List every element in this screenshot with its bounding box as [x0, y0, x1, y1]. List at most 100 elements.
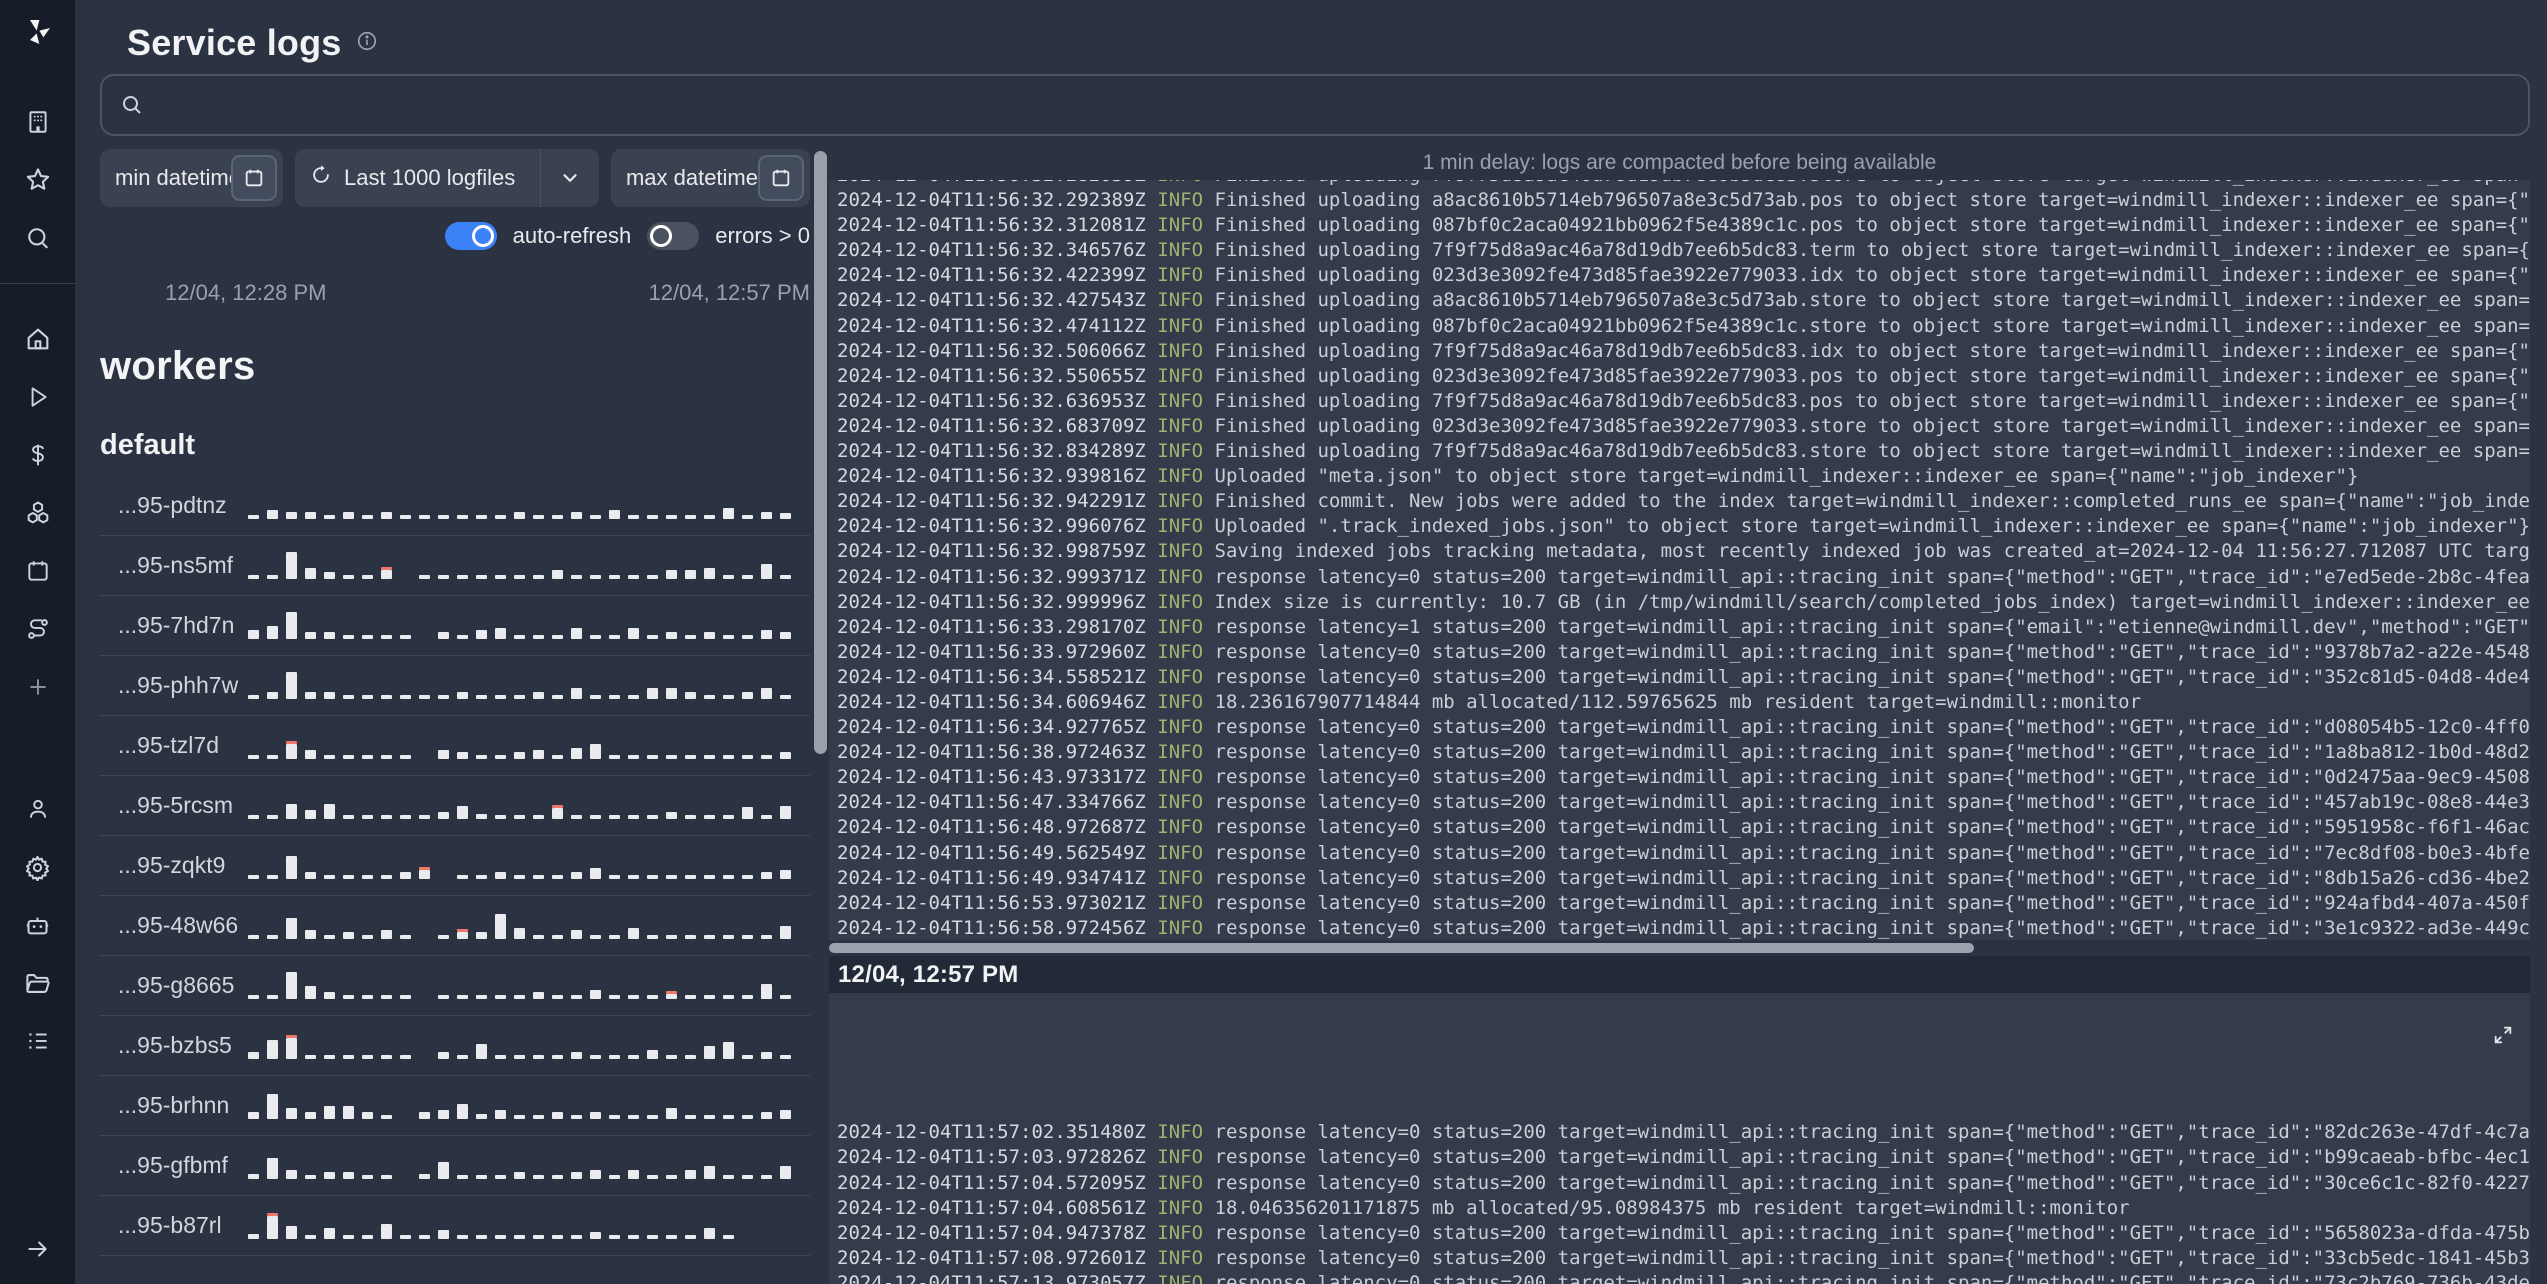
errors-toggle[interactable]: [647, 222, 699, 250]
expand-icon[interactable]: [2355, 999, 2514, 1078]
sparkline-bar: [761, 564, 772, 579]
log-level: INFO: [1157, 180, 1214, 186]
sparkline-bar: [704, 1115, 715, 1119]
sparkline-bar: [362, 755, 373, 759]
flows-route-icon[interactable]: [21, 612, 55, 646]
max-datetime-calendar-button[interactable]: [758, 155, 804, 201]
log-message: response latency=0 status=200 target=win…: [1215, 1222, 2531, 1244]
sparkline-bar: [362, 575, 373, 579]
log-line: 2024-12-04T11:57:02.351480Z INFO respons…: [837, 1120, 2530, 1145]
log-timestamp: 2024-12-04T11:56:34.606946Z: [837, 691, 1157, 713]
user-icon[interactable]: [21, 792, 55, 826]
log-panel-scrollbar[interactable]: [814, 151, 827, 1284]
sparkline-gap: [400, 1118, 411, 1119]
log-message: response latency=0 status=200 target=win…: [1215, 816, 2531, 838]
log-line: 2024-12-04T11:56:34.606946Z INFO 18.2361…: [837, 690, 2530, 715]
collapse-arrow-icon[interactable]: [21, 1232, 55, 1266]
sparkline-bar: [666, 875, 677, 879]
home-icon[interactable]: [21, 322, 55, 356]
log-level: INFO: [1157, 691, 1214, 713]
sparkline-bar: [533, 815, 544, 819]
sparkline-bar: [571, 512, 582, 519]
log-timestamp: 2024-12-04T11:56:34.927765Z: [837, 716, 1157, 738]
sparkline-bar: [571, 1115, 582, 1119]
worker-activity-sparkline: [248, 723, 810, 769]
workers-robot-icon[interactable]: [21, 908, 55, 942]
add-plus-icon[interactable]: [21, 670, 55, 704]
logfiles-dropdown-button[interactable]: [541, 149, 599, 207]
sparkline-bar: [400, 935, 411, 939]
log-timestamp: 2024-12-04T11:56:38.972463Z: [837, 741, 1157, 763]
auto-refresh-toggle[interactable]: [445, 222, 497, 250]
log-line: 2024-12-04T11:56:32.292389Z INFO Finishe…: [837, 188, 2530, 213]
sparkline-bar: [609, 935, 620, 939]
windmill-logo-icon[interactable]: [22, 16, 54, 53]
favorites-star-icon[interactable]: [21, 163, 55, 197]
sparkline-bar: [571, 930, 582, 939]
log-line: 2024-12-04T11:56:47.334766Z INFO respons…: [837, 790, 2530, 815]
resources-icon[interactable]: [21, 496, 55, 530]
worker-row[interactable]: ...95-bzbs5: [100, 1016, 810, 1076]
worker-name: ...95-pdtnz: [100, 492, 248, 519]
schedules-icon[interactable]: [21, 554, 55, 588]
settings-gear-icon[interactable]: [21, 850, 55, 884]
min-datetime-filter[interactable]: min datetime: [100, 149, 283, 207]
sparkline-bar: [286, 552, 297, 579]
sparkline-bar: [381, 930, 392, 939]
sparkline-gap: [400, 578, 411, 579]
logs-column: 1 min delay: logs are compacted before b…: [829, 149, 2530, 1284]
worker-row[interactable]: ...95-ns5mf: [100, 536, 810, 596]
runs-icon[interactable]: [21, 380, 55, 414]
audit-logs-list-icon[interactable]: [21, 1024, 55, 1058]
sparkline-bar: [628, 695, 639, 699]
hscrollbar-thumb[interactable]: [829, 943, 1974, 953]
sparkline-bar: [248, 875, 259, 879]
sparkline-bar: [381, 635, 392, 639]
log-panel-top[interactable]: 2024-12-04T11:56:32.282039Z INFO Finishe…: [829, 180, 2530, 940]
sparkline-bar: [457, 1235, 468, 1239]
worker-row[interactable]: ...95-phh7w: [100, 656, 810, 716]
sparkline-bar: [666, 570, 677, 579]
sparkline-bar: [552, 515, 563, 519]
log-panel-bottom[interactable]: 2024-12-04T11:57:02.351480Z INFO respons…: [829, 993, 2530, 1284]
worker-row[interactable]: ...95-tzl7d: [100, 716, 810, 776]
sparkline-bar: [552, 570, 563, 579]
worker-row[interactable]: ...95-gfbmf: [100, 1136, 810, 1196]
folders-icon[interactable]: [21, 966, 55, 1000]
worker-row[interactable]: ...95-zqkt9: [100, 836, 810, 896]
log-line: 2024-12-04T11:56:43.973317Z INFO respons…: [837, 765, 2530, 790]
worker-row[interactable]: ...95-pdtnz: [100, 476, 810, 536]
max-datetime-filter[interactable]: max datetime: [611, 149, 810, 207]
min-datetime-calendar-button[interactable]: [231, 155, 277, 201]
workspace-icon[interactable]: [21, 105, 55, 139]
scrollbar-thumb[interactable]: [814, 151, 827, 754]
search-nav-icon[interactable]: [21, 221, 55, 255]
worker-row[interactable]: ...95-5rcsm: [100, 776, 810, 836]
horizontal-scrollbar[interactable]: [829, 940, 2530, 956]
variables-icon[interactable]: [21, 438, 55, 472]
worker-group-heading: default: [100, 429, 810, 462]
sparkline-bar: [628, 515, 639, 519]
worker-row[interactable]: ...95-48w66: [100, 896, 810, 956]
log-line: 2024-12-04T11:56:49.934741Z INFO respons…: [837, 866, 2530, 891]
worker-row[interactable]: ...95-brhnn: [100, 1076, 810, 1136]
worker-row[interactable]: ...95-7hd7n: [100, 596, 810, 656]
search-bar[interactable]: [100, 74, 2530, 136]
log-level: INFO: [1157, 867, 1214, 889]
log-message: 18.046356201171875 mb allocated/95.08984…: [1215, 1197, 2130, 1219]
log-level: INFO: [1157, 566, 1214, 588]
sparkline-bar: [400, 695, 411, 699]
log-level: INFO: [1157, 540, 1214, 562]
sparkline-bar: [780, 1166, 791, 1179]
log-line: 2024-12-04T11:56:48.972687Z INFO respons…: [837, 815, 2530, 840]
search-input[interactable]: [158, 92, 2510, 118]
worker-row[interactable]: ...95-b87rl: [100, 1196, 810, 1256]
calendar-icon: [243, 167, 265, 189]
logfiles-selector[interactable]: Last 1000 logfiles: [295, 149, 599, 207]
workers-column: min datetime Last 1000 logfiles: [100, 149, 810, 1284]
log-line: 2024-12-04T11:56:32.998759Z INFO Saving …: [837, 539, 2530, 564]
log-message: Finished uploading 7f9f75d8a9ac46a78d19d…: [1215, 390, 2531, 412]
sparkline-bar: [533, 515, 544, 519]
info-icon[interactable]: [356, 30, 378, 57]
worker-row[interactable]: ...95-g8665: [100, 956, 810, 1016]
